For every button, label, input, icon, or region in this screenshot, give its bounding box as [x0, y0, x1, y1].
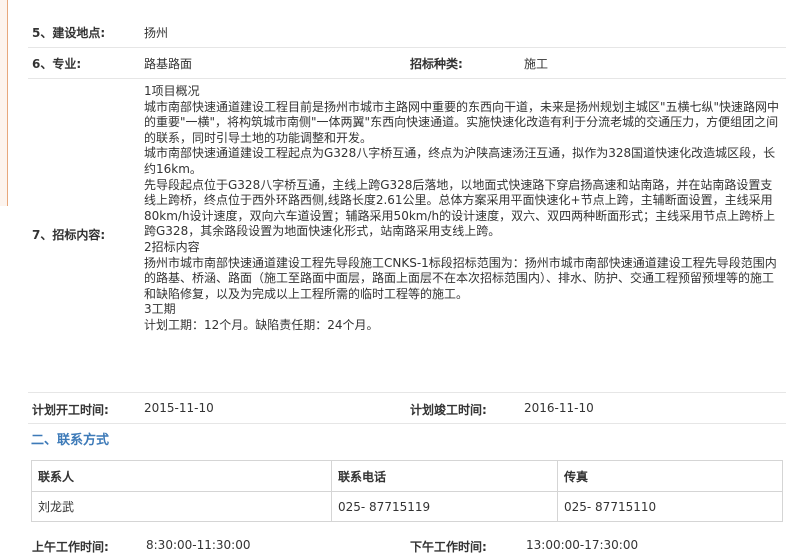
- bid-content-text: 1项目概况 城市南部快速通道建设工程目前是扬州市城市主路网中重要的东西向干道，未…: [144, 84, 784, 334]
- major-value: 路基路面: [144, 57, 193, 71]
- row-bid-content: 7、招标内容: 1项目概况 城市南部快速通道建设工程目前是扬州市城市主路网中重要…: [28, 79, 786, 393]
- header-contact-phone: 联系电话: [331, 460, 558, 492]
- row-working-hours: 上午工作时间: 8:30:00-11:30:00 下午工作时间: 13:00:0…: [28, 530, 786, 560]
- am-hours-value: 8:30:00-11:30:00: [146, 538, 251, 552]
- content-paragraph: 1项目概况: [144, 84, 200, 98]
- header-contact-person: 联系人: [31, 460, 332, 492]
- content-paragraph: 城市南部快速通道建设工程目前是扬州市城市主路网中重要的东西向干道，未来是扬州规划…: [144, 99, 780, 145]
- pm-hours-label: 下午工作时间:: [410, 540, 487, 554]
- location-value: 扬州: [144, 26, 169, 40]
- contact-table: 联系人 联系电话 传真 刘龙武 025- 87715119 025- 87715…: [31, 460, 783, 522]
- left-side-panel-edge: [0, 0, 8, 206]
- header-fax: 传真: [557, 460, 783, 492]
- content-paragraph: 计划工期：12个月。缺陷责任期：24个月。: [144, 317, 379, 332]
- am-hours-label: 上午工作时间:: [32, 540, 109, 554]
- bid-type-label: 招标种类:: [410, 57, 463, 71]
- content-paragraph: 扬州市城市南部快速通道建设工程先导段施工CNKS-1标段招标范围为：扬州市城市南…: [144, 255, 777, 301]
- content-paragraph: 先导段起点位于G328八字桥互通，主线上跨G328后落地，以地面式快速路下穿启扬…: [144, 177, 776, 239]
- bid-type-value: 施工: [524, 57, 549, 71]
- location-label: 5、建设地点:: [32, 26, 106, 40]
- row-plan-dates: 计划开工时间: 2015-11-10 计划竣工时间: 2016-11-10: [28, 393, 786, 424]
- plan-start-value: 2015-11-10: [144, 401, 214, 415]
- plan-start-label: 计划开工时间:: [32, 403, 109, 417]
- contact-section-title: 二、联系方式: [31, 433, 110, 448]
- contact-person-cell: 刘龙武: [31, 491, 332, 522]
- row-major: 6、专业: 路基路面 招标种类: 施工: [28, 48, 786, 79]
- content-paragraph: 城市南部快速通道建设工程起点为G328八字桥互通，终点为沪陕高速汤汪互通，拟作为…: [144, 146, 776, 176]
- row-location: 5、建设地点: 扬州: [28, 14, 786, 48]
- major-label: 6、专业:: [32, 57, 82, 71]
- contact-phone-cell: 025- 87715119: [331, 491, 558, 522]
- content-paragraph: 3工期: [144, 302, 176, 317]
- fax-cell: 025- 87715110: [557, 491, 783, 522]
- content-paragraph: 2招标内容: [144, 239, 200, 254]
- pm-hours-value: 13:00:00-17:30:00: [526, 538, 639, 552]
- table-row: 刘龙武 025- 87715119 025- 87715110: [31, 491, 783, 522]
- plan-end-label: 计划竣工时间:: [410, 403, 487, 417]
- bid-content-label: 7、招标内容:: [32, 228, 106, 242]
- table-header-row: 联系人 联系电话 传真: [31, 460, 783, 492]
- plan-end-value: 2016-11-10: [524, 401, 594, 415]
